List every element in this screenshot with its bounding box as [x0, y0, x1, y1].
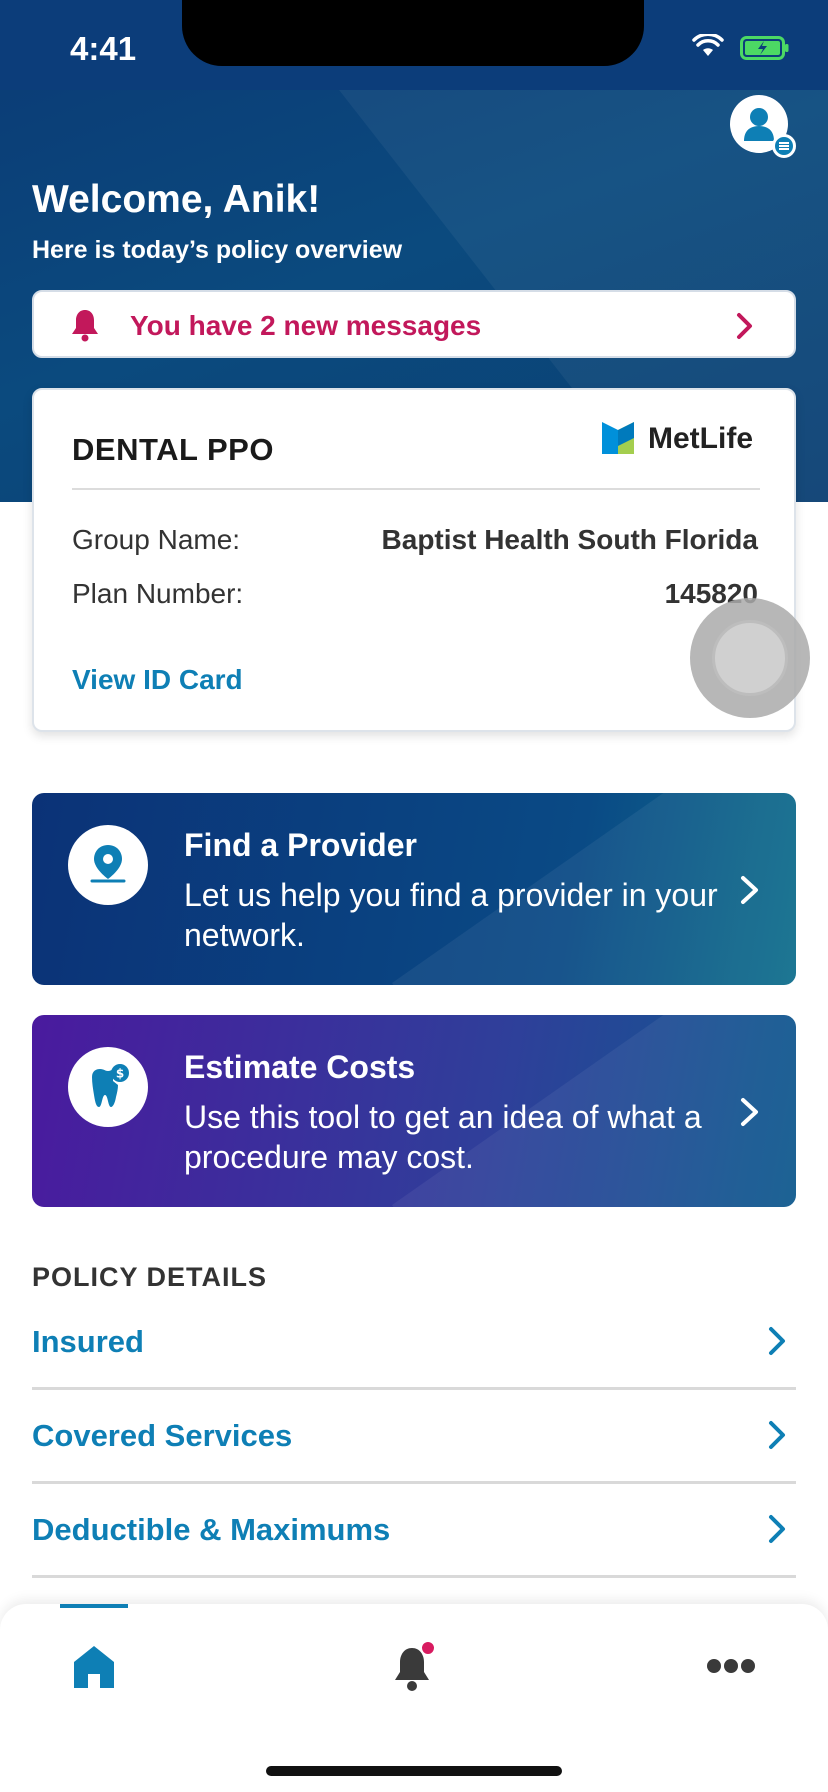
status-bar: 4:41 — [0, 0, 828, 90]
icon-circle: $ — [68, 1047, 148, 1127]
tab-bar — [0, 1604, 828, 1792]
touch-indicator-inner — [712, 620, 788, 696]
tab-active-indicator — [60, 1604, 128, 1608]
policy-row-label: Insured — [32, 1324, 144, 1359]
notification-badge — [420, 1640, 436, 1656]
chevron-right-icon — [741, 1098, 758, 1126]
touch-indicator — [690, 598, 810, 718]
policy-row-insured[interactable]: Insured — [32, 1296, 796, 1390]
welcome-subtitle: Here is today’s policy overview — [32, 236, 403, 264]
home-indicator — [266, 1766, 562, 1776]
chevron-right-icon — [769, 1421, 785, 1449]
plan-title: DENTAL PPO — [72, 432, 274, 467]
group-name-value: Baptist Health South Florida — [381, 524, 758, 555]
policy-row-deductible-maximums[interactable]: Deductible & Maximums — [32, 1484, 796, 1578]
policy-details-header: POLICY DETAILS — [32, 1262, 268, 1292]
policy-row-label: Covered Services — [32, 1418, 293, 1453]
status-time: 4:41 — [70, 30, 137, 67]
group-name-label: Group Name: — [72, 524, 241, 555]
plan-number-label: Plan Number: — [72, 578, 244, 609]
find-provider-description: Let us help you find a provider in your … — [184, 877, 718, 953]
svg-text:$: $ — [116, 1067, 124, 1081]
estimate-costs-title: Estimate Costs — [184, 1049, 416, 1085]
welcome-heading: Welcome, Anik! — [32, 178, 321, 221]
policy-row-covered-services[interactable]: Covered Services — [32, 1390, 796, 1484]
messages-banner[interactable]: You have 2 new messages — [32, 290, 796, 358]
menu-badge-icon — [772, 134, 796, 158]
home-icon[interactable] — [70, 1642, 118, 1690]
icon-circle — [68, 825, 148, 905]
view-id-card-link[interactable]: View ID Card — [72, 664, 243, 696]
card-divider — [72, 488, 760, 490]
more-icon[interactable] — [706, 1658, 756, 1674]
estimate-costs-description: Use this tool to get an idea of what a p… — [184, 1099, 702, 1175]
find-provider-title: Find a Provider — [184, 827, 417, 863]
chevron-right-icon — [741, 876, 758, 904]
location-pin-icon — [90, 845, 126, 883]
brand-name: MetLife — [648, 422, 753, 455]
policy-card: DENTAL PPO MetLife Group Name: Baptist H… — [32, 388, 796, 732]
wifi-icon — [692, 34, 724, 56]
policy-row-label: Deductible & Maximums — [32, 1512, 391, 1547]
estimate-costs-card[interactable]: $ Estimate Costs Use this tool to get an… — [32, 1015, 796, 1207]
chevron-right-icon — [737, 313, 752, 339]
metlife-logo-icon — [602, 422, 634, 454]
device-notch — [182, 0, 644, 66]
chevron-right-icon — [769, 1327, 785, 1355]
tooth-dollar-icon: $ — [92, 1064, 129, 1107]
chevron-right-icon — [769, 1515, 785, 1543]
battery-icon — [740, 36, 789, 60]
find-provider-card[interactable]: Find a Provider Let us help you find a p… — [32, 793, 796, 985]
bell-icon — [72, 310, 98, 342]
messages-text: You have 2 new messages — [130, 310, 482, 341]
